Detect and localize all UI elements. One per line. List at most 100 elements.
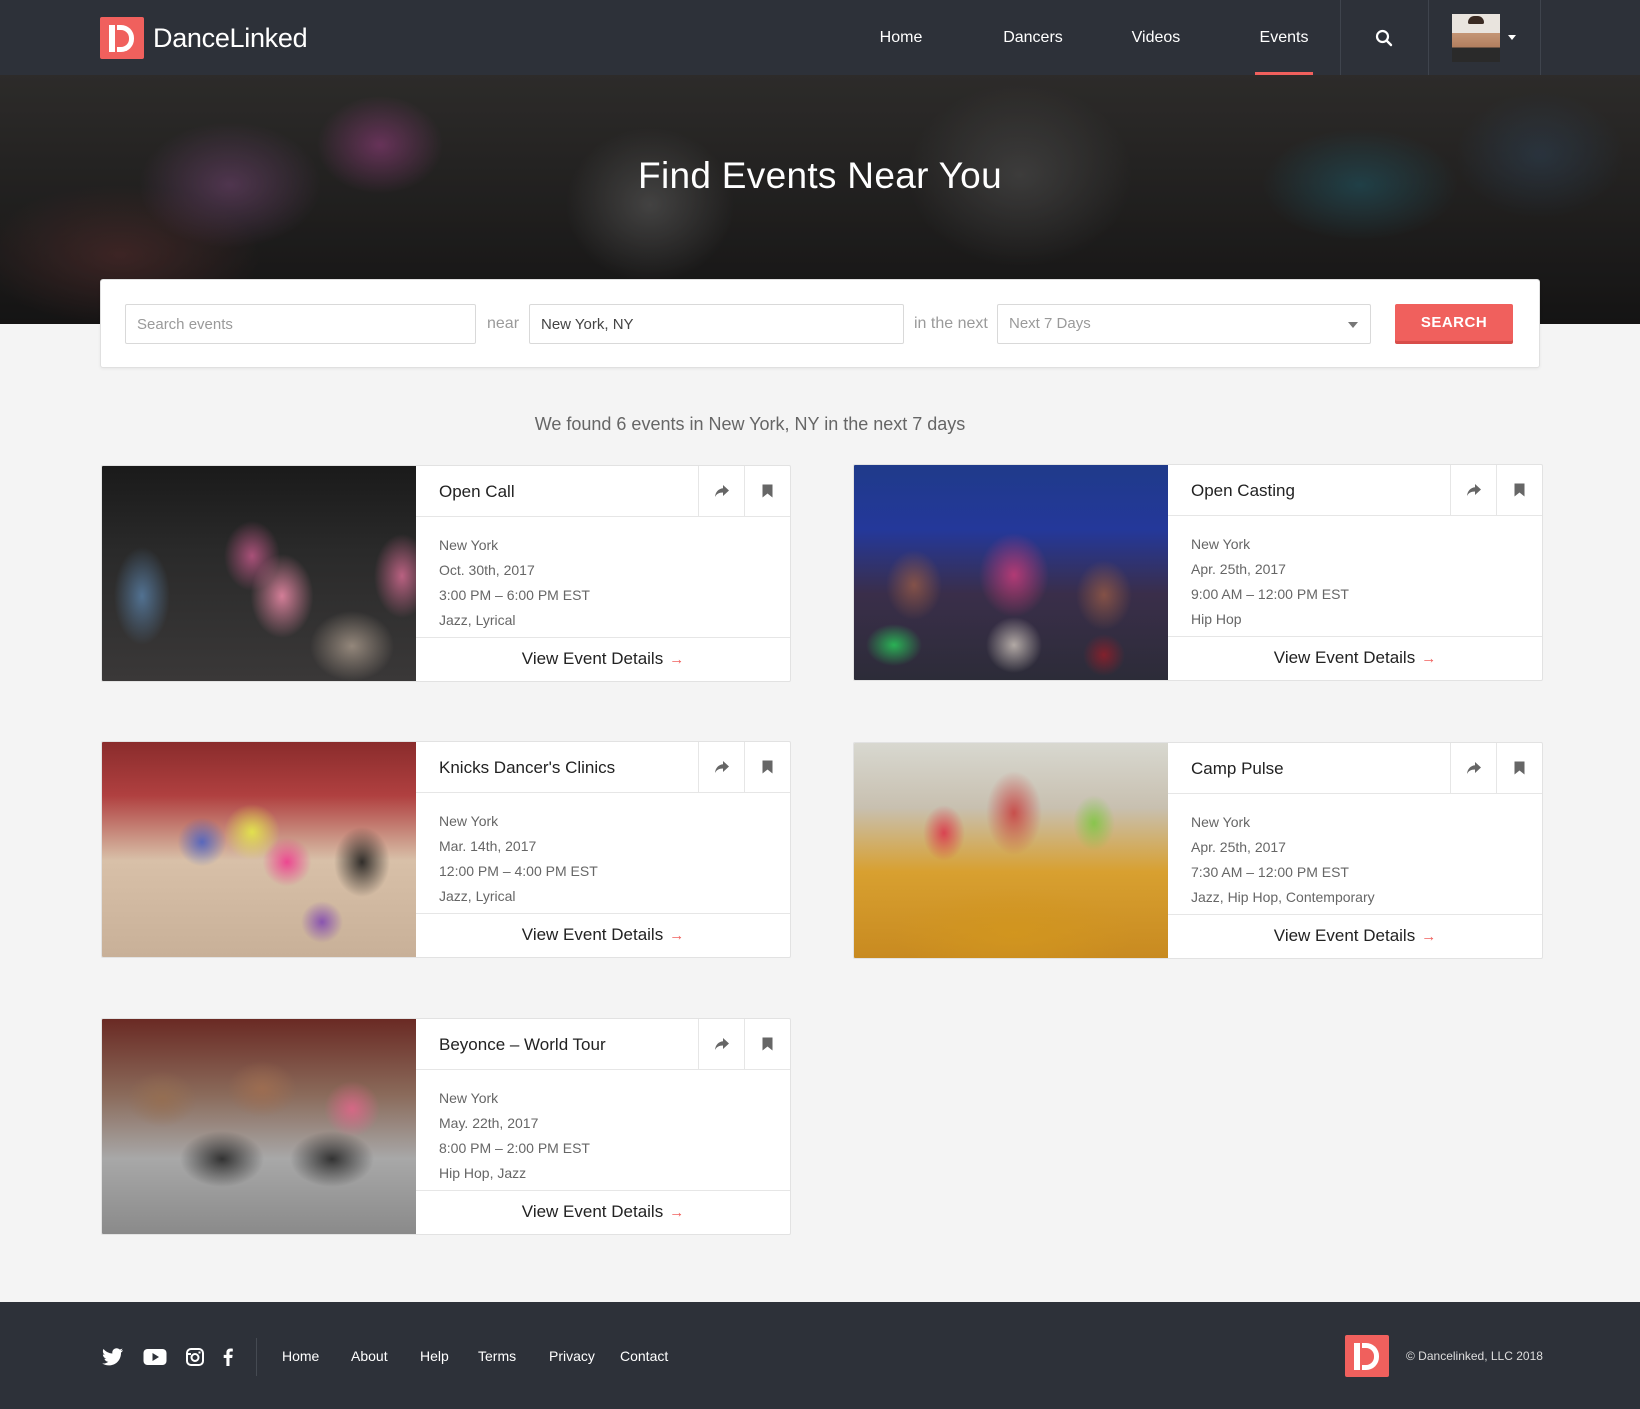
footer-link-home[interactable]: Home [282,1346,319,1366]
divider [1168,515,1542,516]
event-location: New York [439,1090,499,1106]
event-styles: Jazz, Lyrical [439,612,516,628]
view-event-details-label: View Event Details [1273,648,1416,667]
date-range-value: Next 7 Days [1009,315,1091,332]
event-title[interactable]: Open Call [439,466,515,516]
event-date: May. 22th, 2017 [439,1115,539,1131]
footer-link-help[interactable]: Help [420,1346,449,1366]
event-title[interactable]: Camp Pulse [1191,743,1284,793]
facebook-icon[interactable] [215,1346,241,1368]
event-card: Knicks Dancer's Clinics New York Mar. 14… [101,741,791,958]
page-title: Find Events Near You [638,155,1002,196]
search-input[interactable] [125,304,476,344]
divider [416,792,790,793]
event-title[interactable]: Open Casting [1191,465,1295,515]
event-styles: Hip Hop [1191,611,1242,627]
event-image [102,742,416,957]
event-card: Open Casting New York Apr. 25th, 2017 9:… [853,464,1543,681]
chevron-down-icon [1348,322,1358,328]
avatar [1452,13,1500,62]
nav-events[interactable]: Events [1255,0,1313,75]
chevron-down-icon [1508,35,1516,40]
event-date: Apr. 25th, 2017 [1191,561,1286,577]
footer-link-terms[interactable]: Terms [478,1346,516,1366]
search-icon[interactable] [1340,0,1428,75]
view-event-details-link[interactable]: View Event Details → [1168,636,1542,680]
event-card: Camp Pulse New York Apr. 25th, 2017 7:30… [853,742,1543,959]
event-date: Apr. 25th, 2017 [1191,839,1286,855]
event-image [854,465,1168,680]
share-icon[interactable] [1450,465,1496,515]
bookmark-icon[interactable] [1496,743,1542,793]
share-icon[interactable] [698,466,744,516]
copyright: © Dancelinked, LLC 2018 [1406,1349,1543,1363]
footer-logo[interactable] [1345,1335,1389,1377]
event-search-form: near in the next Next 7 Days SEARCH [100,279,1540,368]
user-menu[interactable] [1428,0,1540,75]
nav-dancers[interactable]: Dancers [993,0,1073,75]
share-icon[interactable] [698,1019,744,1069]
view-event-details-label: View Event Details [521,1202,664,1221]
divider [1168,793,1542,794]
event-styles: Hip Hop, Jazz [439,1165,527,1181]
nav-videos[interactable]: Videos [1125,0,1187,75]
arrow-right-icon: → [1421,928,1437,945]
view-event-details-link[interactable]: View Event Details → [416,637,790,681]
nav-home[interactable]: Home [866,0,936,75]
twitter-icon[interactable] [100,1346,126,1368]
nav-divider [1540,0,1541,75]
event-styles: Jazz, Lyrical [439,888,516,904]
search-button[interactable]: SEARCH [1395,304,1513,341]
event-location: New York [439,813,499,829]
arrow-right-icon: → [1421,650,1437,667]
footer-link-privacy[interactable]: Privacy [549,1346,595,1366]
divider [416,1069,790,1070]
view-event-details-link[interactable]: View Event Details → [1168,914,1542,958]
event-title[interactable]: Knicks Dancer's Clinics [439,742,615,792]
event-image [102,466,416,681]
share-icon[interactable] [698,742,744,792]
brand-name: DanceLinked [153,22,308,53]
results-summary: We found 6 events in New York, NY in the… [534,414,966,434]
event-card: Beyonce – World Tour New York May. 22th,… [101,1018,791,1235]
event-date: Mar. 14th, 2017 [439,838,537,854]
event-time: 7:30 AM – 12:00 PM EST [1191,864,1349,880]
date-range-select[interactable]: Next 7 Days [997,304,1371,344]
event-date: Oct. 30th, 2017 [439,562,535,578]
event-time: 12:00 PM – 4:00 PM EST [439,863,598,879]
event-time: 9:00 AM – 12:00 PM EST [1191,586,1349,602]
arrow-right-icon: → [669,1204,685,1221]
event-location: New York [1191,814,1251,830]
event-time: 8:00 PM – 2:00 PM EST [439,1140,590,1156]
view-event-details-link[interactable]: View Event Details → [416,1190,790,1234]
footer-link-contact[interactable]: Contact [620,1346,668,1366]
instagram-icon[interactable] [182,1346,208,1368]
divider [416,516,790,517]
bookmark-icon[interactable] [1496,465,1542,515]
bookmark-icon[interactable] [744,466,790,516]
near-label: near [487,315,520,332]
event-image [102,1019,416,1234]
youtube-icon[interactable] [142,1346,168,1368]
footer-divider [256,1338,257,1376]
bookmark-icon[interactable] [744,742,790,792]
within-label: in the next [914,315,988,332]
share-icon[interactable] [1450,743,1496,793]
top-navbar: DanceLinked Home Dancers Videos Events [0,0,1640,75]
view-event-details-label: View Event Details [521,649,664,668]
location-field[interactable] [529,304,904,344]
logo-mark [100,17,144,59]
event-time: 3:00 PM – 6:00 PM EST [439,587,590,603]
view-event-details-link[interactable]: View Event Details → [416,913,790,957]
event-styles: Jazz, Hip Hop, Contemporary [1191,889,1375,905]
event-title[interactable]: Beyonce – World Tour [439,1019,606,1069]
footer-link-about[interactable]: About [351,1346,388,1366]
view-event-details-label: View Event Details [1273,926,1416,945]
bookmark-icon[interactable] [744,1019,790,1069]
event-location: New York [1191,536,1251,552]
view-event-details-label: View Event Details [521,925,664,944]
event-image [854,743,1168,958]
brand-logo[interactable]: DanceLinked [100,17,308,59]
footer: Home About Help Terms Privacy Contact © … [0,1302,1640,1409]
event-card: Open Call New York Oct. 30th, 2017 3:00 … [101,465,791,682]
